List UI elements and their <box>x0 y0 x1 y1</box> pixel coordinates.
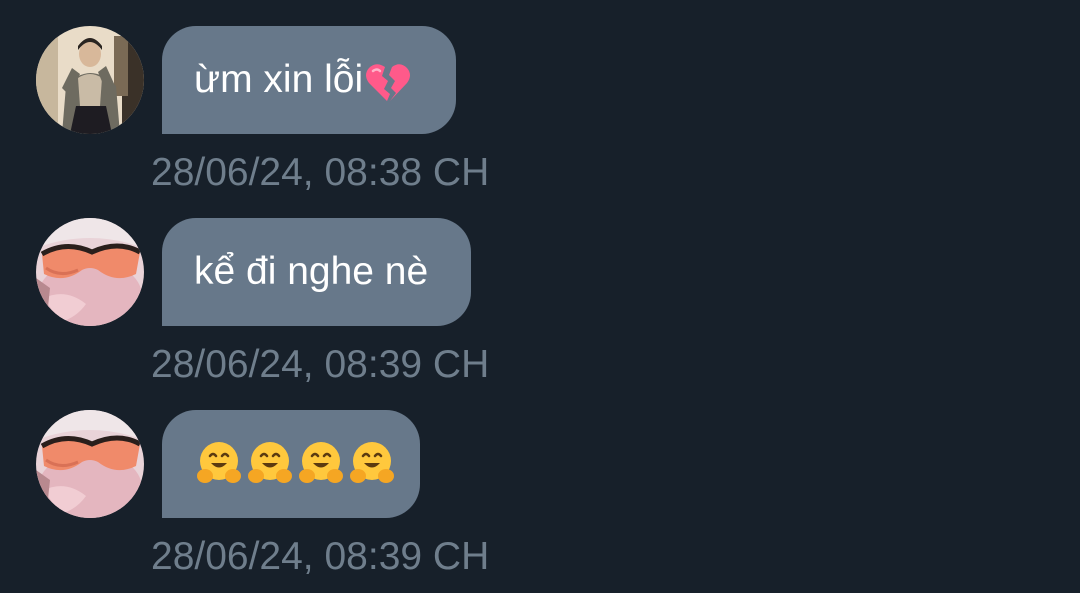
message-text: kể đi nghe nè <box>194 250 429 293</box>
message-bubble[interactable]: ừm xin lỗi <box>162 26 456 134</box>
message-row: 28/06/24, 08:39 CH <box>0 410 1080 590</box>
message-bubble[interactable] <box>162 410 420 518</box>
avatar[interactable] <box>36 410 144 518</box>
emoji-group <box>194 440 395 486</box>
hugging-face-icon <box>247 440 293 486</box>
message-text: ừm xin lỗi <box>194 58 364 101</box>
message-timestamp: 28/06/24, 08:39 CH <box>151 343 490 386</box>
avatar-photo-glasses-icon <box>36 218 144 326</box>
hugging-face-icon <box>349 440 395 486</box>
message-row: ừm xin lỗi 28/06/24, 08:38 CH <box>0 26 1080 206</box>
avatar[interactable] <box>36 26 144 134</box>
chat-thread: ừm xin lỗi 28/06/24, 08:38 CH kể đi nghe… <box>0 0 1080 593</box>
avatar[interactable] <box>36 218 144 326</box>
broken-heart-icon <box>365 61 411 103</box>
message-timestamp: 28/06/24, 08:39 CH <box>151 535 490 578</box>
hugging-face-icon <box>298 440 344 486</box>
message-timestamp: 28/06/24, 08:38 CH <box>151 151 490 194</box>
avatar-photo-glasses-icon <box>36 410 144 518</box>
message-bubble[interactable]: kể đi nghe nè <box>162 218 471 326</box>
avatar-photo-man-icon <box>36 26 144 134</box>
hugging-face-icon <box>196 440 242 486</box>
message-row: kể đi nghe nè 28/06/24, 08:39 CH <box>0 218 1080 398</box>
